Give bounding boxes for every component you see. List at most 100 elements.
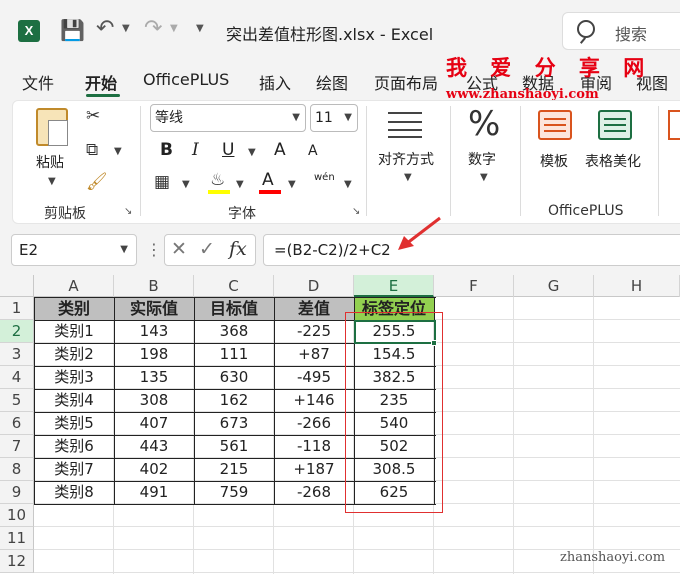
table-cell[interactable]: 类别8 xyxy=(34,481,114,504)
table-cell[interactable]: 198 xyxy=(114,343,194,366)
insert-function-icon[interactable]: fx xyxy=(229,238,247,260)
bold-button[interactable]: B xyxy=(160,140,173,160)
column-header-a[interactable]: A xyxy=(34,275,114,297)
number-dropdown-icon[interactable]: ▼ xyxy=(480,172,488,183)
tab-draw[interactable]: 绘图 xyxy=(316,70,348,94)
font-size-select[interactable]: 11 ▼ xyxy=(310,104,358,132)
template-icon[interactable] xyxy=(538,110,572,140)
table-cell[interactable]: +187 xyxy=(274,458,354,481)
row-header-8[interactable]: 8 xyxy=(0,458,34,481)
cut-icon[interactable]: ✂ xyxy=(86,106,100,126)
border-icon[interactable]: ▦ xyxy=(154,172,170,192)
enter-icon[interactable]: ✓ xyxy=(199,238,215,260)
row-header-7[interactable]: 7 xyxy=(0,435,34,458)
italic-button[interactable]: I xyxy=(192,140,199,160)
header-cell[interactable]: 类别 xyxy=(34,297,114,320)
table-cell[interactable]: 类别2 xyxy=(34,343,114,366)
header-cell[interactable]: 差值 xyxy=(274,297,354,320)
table-cell[interactable]: 402 xyxy=(114,458,194,481)
tab-insert[interactable]: 插入 xyxy=(259,70,291,94)
decrease-font-button[interactable]: A xyxy=(308,143,318,159)
table-cell[interactable]: 类别1 xyxy=(34,320,114,343)
paste-label[interactable]: 粘贴 xyxy=(36,152,64,172)
row-header-9[interactable]: 9 xyxy=(0,481,34,504)
undo-icon[interactable]: ↶ xyxy=(96,16,114,41)
table-cell[interactable]: 368 xyxy=(194,320,274,343)
fill-color-dropdown-icon[interactable]: ▼ xyxy=(236,179,244,190)
number-format-icon[interactable]: % xyxy=(468,104,500,144)
row-header-2[interactable]: 2 xyxy=(0,320,34,343)
table-cell[interactable]: 407 xyxy=(114,412,194,435)
column-header-e[interactable]: E xyxy=(354,275,434,297)
row-header-11[interactable]: 11 xyxy=(0,527,34,550)
table-cell[interactable]: -266 xyxy=(274,412,354,435)
table-cell[interactable]: 308 xyxy=(114,389,194,412)
table-cell[interactable]: 类别7 xyxy=(34,458,114,481)
column-header-b[interactable]: B xyxy=(114,275,194,297)
table-cell[interactable]: 162 xyxy=(194,389,274,412)
column-header-c[interactable]: C xyxy=(194,275,274,297)
fill-color-icon[interactable]: ♨ xyxy=(210,170,225,190)
header-cell[interactable]: 实际值 xyxy=(114,297,194,320)
customize-toolbar-icon[interactable]: ▼ xyxy=(196,23,204,34)
row-header-1[interactable]: 1 xyxy=(0,297,34,320)
font-name-select[interactable]: 等线 ▼ xyxy=(150,104,306,132)
column-header-h[interactable]: H xyxy=(594,275,680,297)
table-cell[interactable]: 类别5 xyxy=(34,412,114,435)
row-header-12[interactable]: 12 xyxy=(0,550,34,573)
row-header-10[interactable]: 10 xyxy=(0,504,34,527)
table-cell[interactable]: +87 xyxy=(274,343,354,366)
table-cell[interactable]: 类别3 xyxy=(34,366,114,389)
table-cell[interactable]: +146 xyxy=(274,389,354,412)
font-color-dropdown-icon[interactable]: ▼ xyxy=(288,179,296,190)
search-box[interactable]: 搜索 xyxy=(562,12,680,50)
table-cell[interactable]: 类别6 xyxy=(34,435,114,458)
table-style-label[interactable]: 表格美化 xyxy=(585,151,641,171)
table-cell[interactable]: -495 xyxy=(274,366,354,389)
paste-icon[interactable] xyxy=(36,108,68,146)
table-cell[interactable]: 759 xyxy=(194,481,274,504)
table-cell[interactable]: 215 xyxy=(194,458,274,481)
phonetic-guide-button[interactable]: wén xyxy=(314,172,335,183)
table-cell[interactable]: 491 xyxy=(114,481,194,504)
redo-icon[interactable]: ↷ xyxy=(144,16,162,41)
formula-bar-grip-icon[interactable]: ⋮ xyxy=(146,240,162,259)
underline-button[interactable]: U xyxy=(222,140,234,160)
header-cell[interactable]: 目标值 xyxy=(194,297,274,320)
row-header-6[interactable]: 6 xyxy=(0,412,34,435)
name-box[interactable]: E2 ▼ xyxy=(11,234,137,266)
table-cell[interactable]: 135 xyxy=(114,366,194,389)
copy-icon[interactable]: ⧉ xyxy=(86,140,98,160)
alignment-label[interactable]: 对齐方式 xyxy=(378,149,434,169)
table-cell[interactable]: 443 xyxy=(114,435,194,458)
phonetic-dropdown-icon[interactable]: ▼ xyxy=(344,179,352,190)
save-icon[interactable]: 💾 xyxy=(60,18,85,42)
format-painter-icon[interactable]: 🖌 xyxy=(86,172,108,192)
template-label[interactable]: 模板 xyxy=(540,151,568,171)
column-header-g[interactable]: G xyxy=(514,275,594,297)
table-cell[interactable]: -268 xyxy=(274,481,354,504)
tab-officeplus[interactable]: OfficePLUS xyxy=(143,70,229,89)
tab-file[interactable]: 文件 xyxy=(22,70,54,94)
column-header-d[interactable]: D xyxy=(274,275,354,297)
more-ribbon-icon[interactable] xyxy=(668,110,680,140)
copy-dropdown-icon[interactable]: ▼ xyxy=(114,146,122,157)
table-cell[interactable]: 561 xyxy=(194,435,274,458)
font-launcher-icon[interactable]: ↘ xyxy=(352,206,360,217)
row-header-3[interactable]: 3 xyxy=(0,343,34,366)
undo-dropdown-icon[interactable]: ▼ xyxy=(122,23,130,34)
tab-page-layout[interactable]: 页面布局 xyxy=(374,70,438,94)
underline-dropdown-icon[interactable]: ▼ xyxy=(248,147,256,158)
table-cell[interactable]: 143 xyxy=(114,320,194,343)
table-cell[interactable]: 类别4 xyxy=(34,389,114,412)
increase-font-button[interactable]: A xyxy=(274,140,286,160)
table-cell[interactable]: 673 xyxy=(194,412,274,435)
redo-dropdown-icon[interactable]: ▼ xyxy=(170,23,178,34)
number-label[interactable]: 数字 xyxy=(468,149,496,169)
column-header-f[interactable]: F xyxy=(434,275,514,297)
cancel-icon[interactable]: ✕ xyxy=(171,238,187,260)
alignment-dropdown-icon[interactable]: ▼ xyxy=(404,172,412,183)
clipboard-launcher-icon[interactable]: ↘ xyxy=(124,206,132,217)
row-header-4[interactable]: 4 xyxy=(0,366,34,389)
formula-input[interactable]: =(B2-C2)/2+C2 xyxy=(263,234,680,266)
